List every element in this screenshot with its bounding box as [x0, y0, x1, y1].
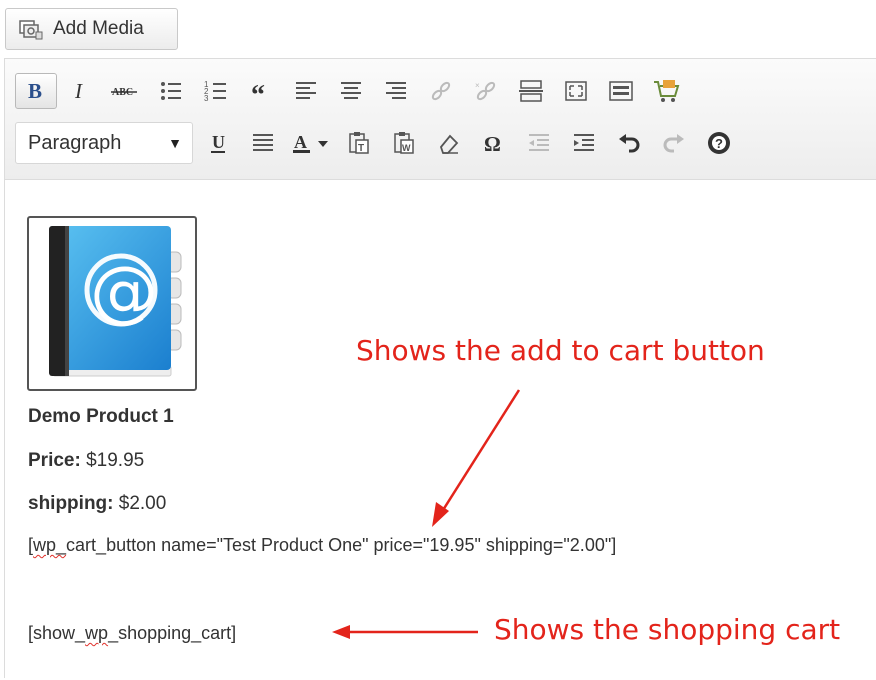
toolbar-row-1: B I ABC 123 “ ×	[15, 69, 690, 113]
fullscreen-button[interactable]	[555, 73, 597, 109]
svg-text:A: A	[294, 132, 307, 152]
insert-link-button[interactable]	[420, 73, 462, 109]
paste-word-icon: W	[394, 132, 414, 154]
shopping-cart-annotation: Shows the shopping cart	[494, 613, 841, 646]
read-more-button[interactable]	[510, 73, 552, 109]
align-right-button[interactable]	[375, 73, 417, 109]
post-editor: B I ABC 123 “ × Paragraph ▼ U A T W Ω ? …	[4, 58, 876, 680]
align-center-icon	[341, 82, 361, 99]
add-media-button[interactable]: Add Media	[5, 8, 178, 50]
insert-link-icon	[431, 81, 451, 101]
editor-content[interactable]: @ Demo Product 1 Price: $19.95 shipping:…	[5, 180, 876, 680]
svg-text:W: W	[402, 143, 411, 153]
bold-icon: B	[28, 80, 42, 102]
redo-button[interactable]	[653, 125, 695, 161]
format-select[interactable]: Paragraph ▼	[15, 122, 193, 164]
text-color-icon: A	[293, 132, 328, 153]
outdent-icon	[529, 134, 549, 151]
indent-icon	[574, 134, 594, 151]
svg-text:@: @	[90, 252, 158, 331]
toolbar-row-2: Paragraph ▼ U A T W Ω ?	[15, 121, 743, 165]
svg-text:B: B	[28, 80, 42, 102]
align-center-button[interactable]	[330, 73, 372, 109]
align-right-icon	[386, 82, 406, 99]
blockquote-button[interactable]: “	[240, 73, 282, 109]
redo-icon	[663, 134, 684, 153]
align-left-button[interactable]	[285, 73, 327, 109]
address-book-icon: @	[49, 226, 182, 377]
media-icon	[19, 18, 43, 40]
add-to-cart-annotation: Shows the add to cart button	[356, 334, 765, 367]
undo-icon	[619, 134, 640, 153]
chevron-down-icon: ▼	[168, 135, 182, 151]
shopping-cart-shortcode: [show_wp_shopping_cart]	[28, 623, 237, 643]
numbered-list-button[interactable]: 123	[195, 73, 237, 109]
fullscreen-icon	[565, 81, 587, 101]
numbered-list-icon: 123	[204, 80, 226, 102]
bold-button[interactable]: B	[15, 73, 57, 109]
bullet-list-button[interactable]	[150, 73, 192, 109]
price-label: Price:	[28, 450, 81, 471]
svg-text:“: “	[251, 80, 265, 102]
svg-text:I: I	[74, 80, 83, 102]
kitchen-sink-button[interactable]	[600, 73, 642, 109]
remove-link-button[interactable]: ×	[465, 73, 507, 109]
strikethrough-icon: ABC	[111, 87, 137, 98]
editor-toolbar: B I ABC 123 “ × Paragraph ▼ U A T W Ω ?	[5, 59, 876, 180]
shopping-cart-button[interactable]	[645, 73, 687, 109]
special-character-button[interactable]: Ω	[473, 125, 515, 161]
bullet-list-icon	[161, 82, 181, 100]
format-select-value: Paragraph	[28, 131, 122, 154]
clear-formatting-button[interactable]	[428, 125, 470, 161]
svg-text:3: 3	[204, 94, 209, 102]
blockquote-icon: “	[251, 80, 265, 102]
svg-text:U: U	[212, 132, 225, 152]
align-left-icon	[296, 82, 316, 99]
product-title: Demo Product 1	[28, 406, 174, 427]
read-more-icon	[519, 80, 543, 102]
kitchen-sink-icon	[609, 81, 633, 101]
underline-icon: U	[211, 132, 225, 153]
help-button[interactable]: ?	[698, 125, 740, 161]
paste-text-icon: T	[349, 132, 369, 154]
italic-icon: I	[74, 80, 83, 102]
price-value: $19.95	[80, 450, 145, 471]
undo-button[interactable]	[608, 125, 650, 161]
paste-text-button[interactable]: T	[338, 125, 380, 161]
cart-button-shortcode: [wp_cart_button name="Test Product One" …	[28, 535, 617, 555]
price-line: Price: $19.95	[28, 450, 144, 472]
justify-icon	[253, 134, 273, 151]
add-media-label: Add Media	[53, 18, 144, 39]
underline-button[interactable]: U	[197, 125, 239, 161]
help-icon: ?	[708, 132, 730, 154]
strikethrough-button[interactable]: ABC	[105, 73, 147, 109]
svg-text:×: ×	[475, 81, 480, 90]
shipping-value: $2.00	[113, 493, 167, 514]
outdent-button[interactable]	[518, 125, 560, 161]
paste-word-button[interactable]: W	[383, 125, 425, 161]
svg-text:T: T	[358, 143, 364, 154]
italic-button[interactable]: I	[60, 73, 102, 109]
product-image[interactable]: @	[27, 216, 197, 391]
svg-text:Ω: Ω	[484, 132, 501, 154]
shipping-label: shipping:	[28, 493, 114, 514]
justify-button[interactable]	[242, 125, 284, 161]
shipping-line: shipping: $2.00	[28, 493, 166, 515]
text-color-button[interactable]: A	[287, 125, 335, 161]
special-character-icon: Ω	[484, 132, 501, 154]
remove-link-icon: ×	[475, 81, 496, 101]
shopping-cart-icon	[654, 80, 680, 102]
indent-button[interactable]	[563, 125, 605, 161]
svg-text:?: ?	[715, 136, 723, 151]
clear-formatting-icon	[439, 134, 459, 154]
